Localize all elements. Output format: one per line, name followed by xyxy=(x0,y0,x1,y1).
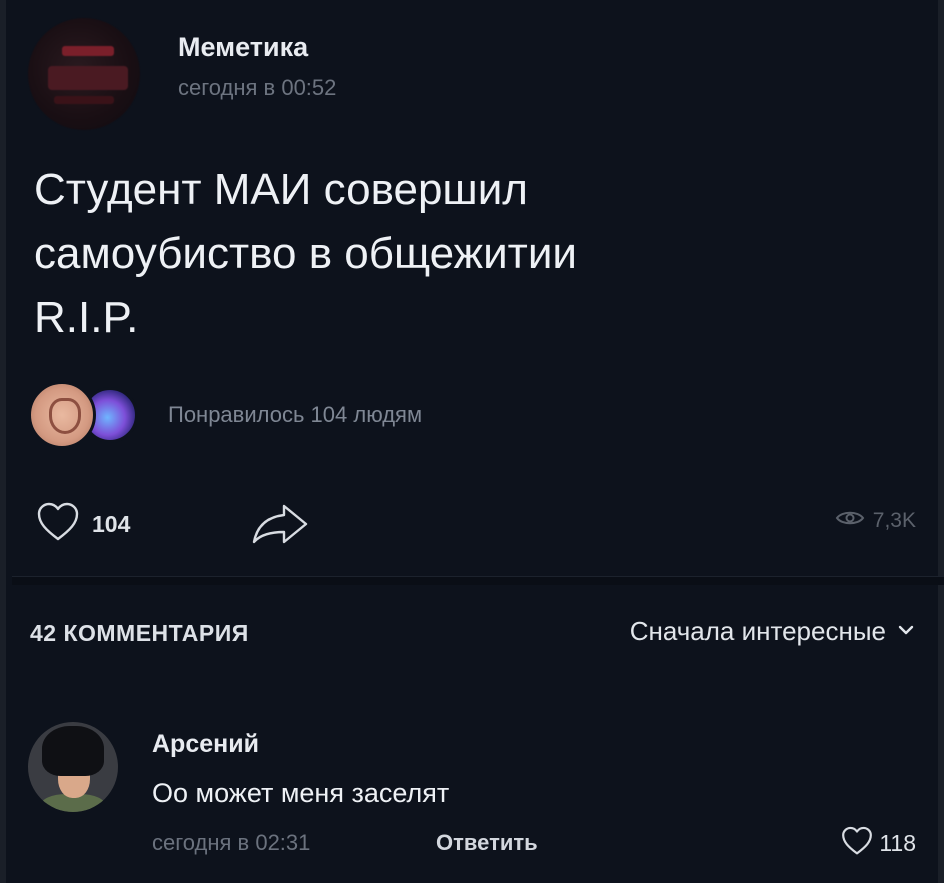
eye-icon xyxy=(835,508,865,533)
comment-item: Арсений Оо может меня заселят сегодня в … xyxy=(28,712,918,872)
post-text-line: самоубиство в общежитии xyxy=(34,229,577,278)
comment-like-count: 118 xyxy=(879,830,916,856)
likes-summary-text: Понравилось 104 людям xyxy=(168,402,423,427)
liker-avatar xyxy=(28,381,96,449)
heart-icon xyxy=(36,502,80,547)
share-arrow-icon xyxy=(250,504,310,550)
comment-time: сегодня в 02:31 xyxy=(152,830,311,855)
reply-button[interactable]: Ответить xyxy=(436,830,538,856)
like-count: 104 xyxy=(92,510,131,537)
avatar-detail xyxy=(54,96,114,104)
comment-author[interactable]: Арсений xyxy=(152,730,259,759)
post-text-line: Студент МАИ совершил xyxy=(34,165,528,214)
post-header: Меметика сегодня в 00:52 xyxy=(28,18,336,130)
group-meta: Меметика сегодня в 00:52 xyxy=(178,32,578,101)
share-button[interactable] xyxy=(250,502,310,551)
post-text-line: R.I.P. xyxy=(34,293,139,342)
post-screen: Меметика сегодня в 00:52 Студент МАИ сов… xyxy=(0,0,944,883)
group-name[interactable]: Меметика xyxy=(178,32,578,63)
views-count: 7,3K xyxy=(872,508,916,532)
view-counter: 7,3K xyxy=(835,508,916,533)
avatar[interactable] xyxy=(28,722,118,812)
group-avatar[interactable] xyxy=(28,18,140,130)
avatar-detail xyxy=(42,726,104,776)
comment-sort-select[interactable]: Сначала интересные xyxy=(630,616,914,647)
chevron-down-icon xyxy=(898,623,914,641)
comment-like-button[interactable]: 118 xyxy=(841,826,916,861)
comments-header: 42 КОММЕНТАРИЯ Сначала интересные xyxy=(30,616,914,656)
like-button[interactable]: 104 xyxy=(36,498,130,550)
section-divider xyxy=(12,576,944,585)
avatar-detail xyxy=(62,46,114,56)
comment-text: Оо может меня заселят xyxy=(152,778,450,808)
post-actions: 104 7,3K xyxy=(36,498,916,550)
heart-icon xyxy=(841,826,873,861)
comments-count: 42 КОММЕНТАРИЯ xyxy=(30,620,249,646)
likes-summary[interactable]: Понравилось 104 людям xyxy=(28,381,423,449)
post-time: сегодня в 00:52 xyxy=(178,75,337,100)
post-text: Студент МАИ совершил самоубиство в общеж… xyxy=(34,158,914,350)
sort-label: Сначала интересные xyxy=(629,616,886,646)
avatar-detail xyxy=(48,66,128,90)
